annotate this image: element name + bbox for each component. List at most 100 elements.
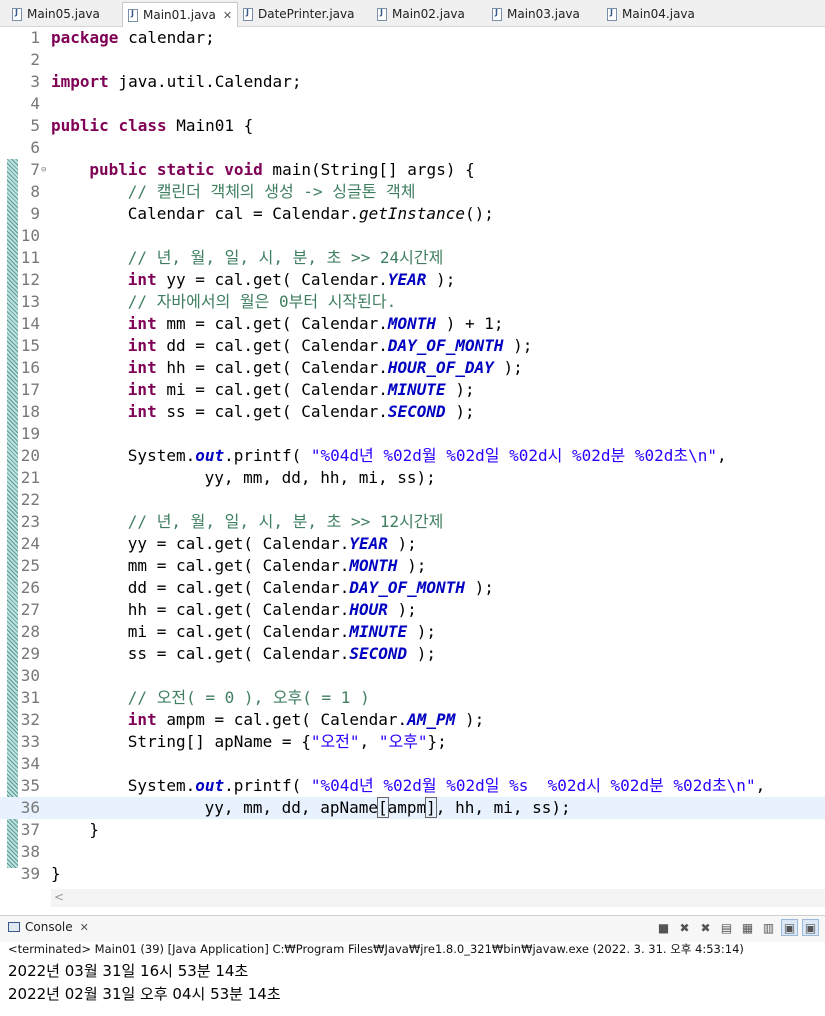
tab-main01[interactable]: Main01.java ✕ [122,2,239,27]
code-token: hh = cal.get( Calendar. [127,600,350,619]
code-line[interactable]: 37} [0,819,825,841]
code-line[interactable]: 21 yy, mm, dd, hh, mi, ss); [0,467,825,489]
code-line[interactable]: 25 mm = cal.get( Calendar.MONTH ); [0,555,825,577]
terminate-icon[interactable]: ■ [655,919,672,936]
show-on-stdout-icon[interactable]: ▣ [781,919,798,936]
tab-main03[interactable]: Main03.java [492,3,580,25]
code-token: import [51,72,109,91]
line-number: 20 [20,446,40,465]
close-icon[interactable]: ✕ [223,9,232,22]
code-token: AM_PM [407,710,456,729]
code-token: "%04d년 %02d월 %02d일 %s %02d시 %02d분 %02d초\… [310,776,756,795]
code-text: int mi = cal.get( Calendar.MINUTE ); [51,379,475,401]
code-line[interactable]: 38 [0,841,825,863]
tab-main05[interactable]: Main05.java [12,3,100,25]
code-line[interactable]: 14 int mm = cal.get( Calendar.MONTH ) + 1… [0,313,825,335]
line-number: 12 [20,270,40,289]
code-token: ); [445,402,475,421]
code-text: public static void main(String[] args) { [51,159,474,181]
tab-main04[interactable]: Main04.java [607,3,695,25]
code-line[interactable]: 18 int ss = cal.get( Calendar.SECOND ); [0,401,825,423]
code-line[interactable]: 7 ⊖ public static void main(String[] args)… [0,159,825,181]
code-line[interactable]: 24 yy = cal.get( Calendar.YEAR ); [0,533,825,555]
remove-launch-icon[interactable]: ✖ [676,919,693,936]
code-line[interactable]: 30 [0,665,825,687]
clear-console-icon[interactable]: ▦ [739,919,756,936]
code-text: System.out.printf( "%04d년 %02d월 %02d일 %0… [51,445,727,467]
scroll-left-icon[interactable]: < [54,890,64,904]
code-line[interactable]: 22 [0,489,825,511]
code-editor[interactable]: 1 package calendar; 2 3 import java.util.Cal… [0,27,825,907]
tab-label: DatePrinter.java [258,7,355,21]
code-line[interactable]: 27 hh = cal.get( Calendar.HOUR ); [0,599,825,621]
fold-icon[interactable]: ⊖ [41,159,46,181]
scroll-lock-icon[interactable]: ▤ [718,919,735,936]
code-line[interactable]: 17 int mi = cal.get( Calendar.MINUTE ); [0,379,825,401]
code-token: ampm [387,798,427,817]
code-line[interactable]: 1 package calendar; [0,27,825,49]
console-output-line: 2022년 03월 31일 16시 53분 14초 [8,962,249,980]
code-line[interactable]: 20 System.out.printf( "%04d년 %02d월 %02d일 … [0,445,825,467]
console-tab[interactable]: Console ✕ [8,920,89,934]
line-number: 36 [20,798,40,817]
code-token: .printf( [224,776,311,795]
console-output-line: 2022년 02월 31일 오후 04시 53분 14초 [8,985,281,1003]
code-token: class [118,116,167,135]
code-line[interactable]: 3 import java.util.Calendar; [0,71,825,93]
code-text: yy, mm, dd, apName[ampm], hh, mi, ss); [51,797,571,819]
word-wrap-icon[interactable]: ▥ [760,919,777,936]
code-text: } [51,863,61,885]
close-icon[interactable]: ✕ [80,921,89,934]
remove-all-terminated-icon[interactable]: ✖ [697,919,714,936]
code-token: DAY_OF_MONTH [387,336,504,355]
code-line[interactable]: 5 public class Main01 { [0,115,825,137]
code-token: public [89,160,148,179]
code-line[interactable]: 39} [0,863,825,885]
code-line[interactable]: 8 // 캘린더 객체의 생성 -> 싱글톤 객체 [0,181,825,203]
code-text: String[] apName = {"오전", "오후"}; [51,731,447,753]
tab-dateprinter[interactable]: DatePrinter.java [243,3,354,25]
line-number: 21 [20,468,40,487]
code-line[interactable]: 19 [0,423,825,445]
code-token: ss = cal.get( Calendar. [156,402,388,421]
code-token: HOUR [349,600,388,619]
line-number: 4 [30,94,40,113]
line-number: 11 [20,248,40,267]
code-line[interactable]: 13 // 자바에서의 월은 0부터 시작된다. [0,291,825,313]
code-line[interactable]: 26 dd = cal.get( Calendar.DAY_OF_MONTH ); [0,577,825,599]
code-token: yy = cal.get( Calendar. [127,534,350,553]
code-line[interactable]: 15 int dd = cal.get( Calendar.DAY_OF_MONT… [0,335,825,357]
code-line[interactable]: 31 // 오전( = 0 ), 오후( = 1 ) [0,687,825,709]
horizontal-scrollbar[interactable]: < [51,889,825,907]
code-line[interactable]: 32 int ampm = cal.get( Calendar.AM_PM ); [0,709,825,731]
show-on-stderr-icon[interactable]: ▣ [802,919,819,936]
line-number: 6 [30,138,40,157]
code-line[interactable]: 16 int hh = cal.get( Calendar.HOUR_OF_DAY… [0,357,825,379]
tab-label: Main01.java [143,8,216,22]
code-text: // 년, 월, 일, 시, 분, 초 >> 24시간제 [51,247,444,269]
code-line[interactable]: 33 String[] apName = {"오전", "오후"}; [0,731,825,753]
code-line[interactable]: 35 System.out.printf( "%04d년 %02d월 %02d일 … [0,775,825,797]
code-token: ); [493,358,523,377]
code-line[interactable]: 23 // 년, 월, 일, 시, 분, 초 >> 12시간제 [0,511,825,533]
code-line[interactable]: 6 [0,137,825,159]
code-token: YEAR [349,534,388,553]
java-file-icon [492,7,502,21]
code-line[interactable]: 28 mi = cal.get( Calendar.MINUTE ); [0,621,825,643]
code-line[interactable]: 12 int yy = cal.get( Calendar.YEAR ); [0,269,825,291]
code-line[interactable]: 9 Calendar cal = Calendar.getInstance(); [0,203,825,225]
code-line[interactable]: 29 ss = cal.get( Calendar.SECOND ); [0,643,825,665]
code-line[interactable]: 36 yy, mm, dd, apName[ampm], hh, mi, ss); [0,797,825,819]
code-line[interactable]: 2 [0,49,825,71]
code-line[interactable]: 4 [0,93,825,115]
code-token: package [51,28,119,47]
code-line[interactable]: 11 // 년, 월, 일, 시, 분, 초 >> 24시간제 [0,247,825,269]
tab-label: Main03.java [507,7,580,21]
code-token: int [127,270,157,289]
line-number: 3 [30,72,40,91]
code-line[interactable]: 10 [0,225,825,247]
code-text: // 캘린더 객체의 생성 -> 싱글톤 객체 [51,181,416,203]
code-token: MONTH [349,556,398,575]
tab-main02[interactable]: Main02.java [377,3,465,25]
code-line[interactable]: 34 [0,753,825,775]
